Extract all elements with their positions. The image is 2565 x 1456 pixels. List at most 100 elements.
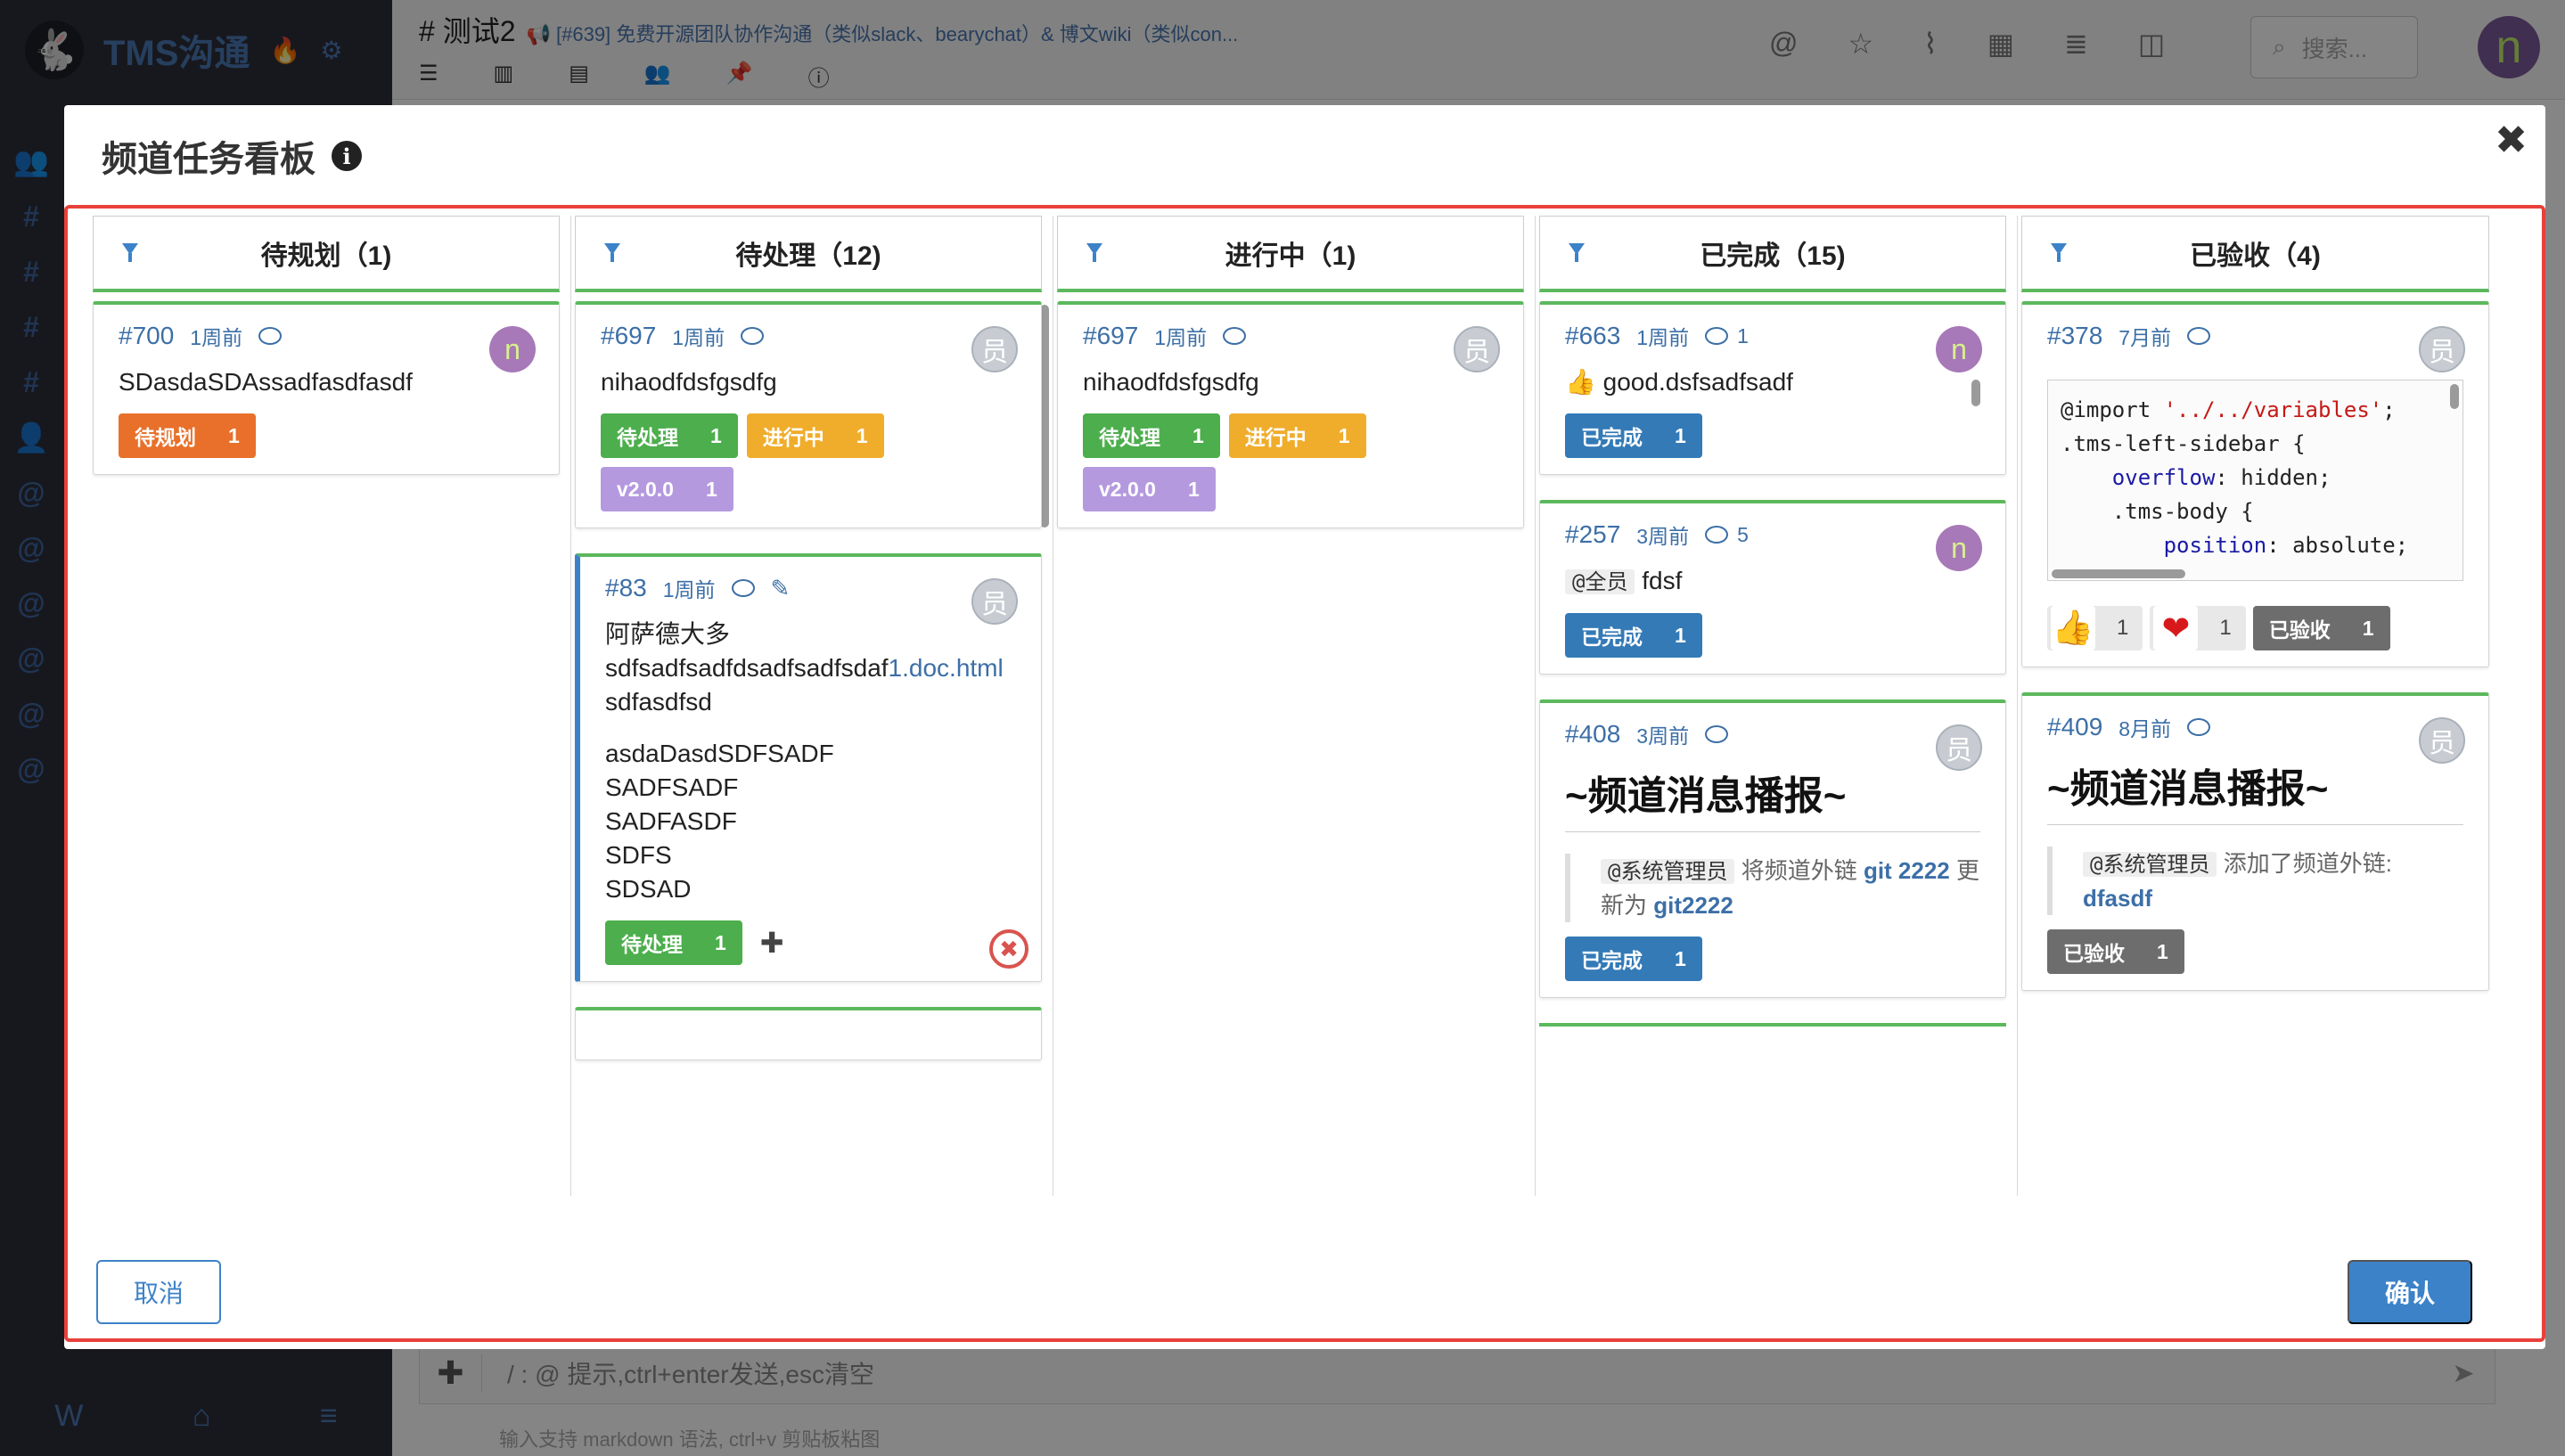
confirm-button[interactable]: 确认 [2348,1260,2472,1324]
version-tag[interactable]: v2.0.0 1 [1083,467,1216,511]
comment-icon[interactable] [258,327,283,345]
add-tag-icon[interactable]: ✚ [760,926,784,960]
avatar[interactable]: 员 [2419,326,2465,372]
card-id[interactable]: #257 [1565,520,1620,549]
card-id[interactable]: #697 [601,322,656,350]
delete-icon[interactable]: ✖ [989,929,1028,969]
code-block[interactable]: @import '../../variables'; .tms-left-sid… [2047,380,2463,581]
avatar[interactable]: n [1936,525,1982,571]
avatar[interactable]: 员 [2419,717,2465,764]
card-quote: @系统管理员 将频道外链 git 2222 更新为 git2222 [1565,854,1980,922]
code-hscrollbar[interactable] [2052,569,2185,578]
edit-icon[interactable]: ✎ [771,575,791,602]
avatar[interactable]: n [489,326,536,372]
status-tag[interactable]: 待处理 1 [1083,413,1220,458]
card-time: 8月前 [2118,717,2172,740]
status-tag[interactable]: 已完成 1 [1565,937,1702,981]
avatar[interactable]: n [1936,326,1982,372]
filter-icon[interactable] [2051,243,2067,262]
comment-icon[interactable] [1705,725,1729,743]
file-link[interactable]: 1.doc.html [889,654,1004,682]
close-icon[interactable]: ✖ [2495,118,2528,163]
card-meta: #409 8月前 [2047,710,2463,744]
card-id[interactable]: #697 [1083,322,1138,350]
task-card[interactable]: #663 1周前 1 n 👍 good.dsfsadfsadf 已完成 1 [1539,301,2006,475]
card-text: nihaodfdsfgsdfg [1083,368,1259,396]
status-tag[interactable]: 进行中 1 [1228,413,1366,458]
task-card[interactable]: #257 3周前 5 n @全员 fdsf 已完成 1 [1539,500,2006,675]
avatar[interactable]: 员 [1454,326,1500,372]
mention[interactable]: @系统管理员 [2083,852,2217,877]
link[interactable]: git 2222 [1864,857,1950,884]
filter-icon[interactable] [604,243,620,262]
task-card[interactable]: #409 8月前 员 ~频道消息播报~ @系统管理员 添加了频道外链: dfas… [2021,692,2489,991]
code-vscrollbar[interactable] [2450,384,2459,409]
mention[interactable]: @系统管理员 [1601,859,1735,884]
filter-icon[interactable] [122,243,138,262]
column-todo: 待处理（12) #697 1周前 员 nihaodfdsfgsdfg 待处理 1 … [571,216,1053,1196]
filter-icon[interactable] [1569,243,1585,262]
card-text: @全员 fdsf [1565,564,1980,599]
card-time: 1周前 [1154,326,1208,349]
card-id[interactable]: #83 [605,574,647,602]
task-card-selected[interactable]: #83 1周前 ✎ 员 阿萨德大多 sdfsadfsadfdsadfsadfsda… [575,553,1042,982]
card-tags: 待处理 1 进行中 1 v2.0.0 1 [601,413,1016,511]
info-icon[interactable]: i [332,141,362,171]
status-tag[interactable]: 已验收 1 [2252,606,2390,650]
column-planning: 待规划（1) #700 1周前 n SDasdaSDAssadfasdfasdf… [89,216,571,1196]
status-tag[interactable]: 已完成 1 [1565,413,1702,458]
task-board-modal: 频道任务看板 i ✖ 待规划（1) #700 1周前 n SDasdaSDAss… [64,105,2545,1349]
comment-icon[interactable] [1705,526,1729,544]
version-tag[interactable]: v2.0.0 1 [601,467,733,511]
status-tag[interactable]: 进行中 1 [746,413,884,458]
avatar[interactable]: 员 [971,326,1018,372]
avatar[interactable]: 员 [971,578,1018,625]
filter-icon[interactable] [1086,243,1102,262]
task-card[interactable]: #697 1周前 员 nihaodfdsfgsdfg 待处理 1 进行中 1 v2.… [1057,301,1524,528]
reaction-thumbs-up[interactable]: 👍 1 [2047,606,2143,650]
card-tags: 待规划 1 [119,413,534,458]
card-meta: #257 3周前 5 [1565,518,1980,552]
task-card[interactable]: #700 1周前 n SDasdaSDAssadfasdfasdf 待规划 1 [93,301,560,475]
card-tags: 待处理 1 ✚ [605,920,1016,965]
column-header: 待规划（1) [93,216,560,292]
comment-icon[interactable] [731,579,755,597]
card-id[interactable]: #700 [119,322,174,350]
card-id[interactable]: #408 [1565,720,1620,748]
task-card[interactable]: #408 3周前 员 ~频道消息播报~ @系统管理员 将频道外链 git 222… [1539,699,2006,998]
avatar[interactable]: 员 [1936,724,1982,771]
task-card[interactable]: #697 1周前 员 nihaodfdsfgsdfg 待处理 1 进行中 1 v2.… [575,301,1042,528]
comment-icon[interactable] [2187,718,2211,736]
card-time: 3周前 [1636,525,1690,548]
task-card[interactable]: #378 7月前 员 @import '../../variables'; .t… [2021,301,2489,667]
column-title: 待规划（1) [260,241,392,271]
status-tag[interactable]: 待处理 1 [601,413,738,458]
comment-icon[interactable] [741,327,765,345]
column-in-progress: 进行中（1) #697 1周前 员 nihaodfdsfgsdfg 待处理 1 进… [1053,216,1536,1196]
card-id[interactable]: #378 [2047,322,2102,350]
card-id[interactable]: #663 [1565,322,1620,350]
card-time: 1周前 [662,578,716,601]
comment-icon[interactable] [2187,327,2211,345]
link[interactable]: dfasdf [2083,885,2152,912]
heart-icon: ❤ [2153,606,2199,650]
task-card-partial[interactable] [575,1007,1042,1060]
mention[interactable]: @全员 [1565,569,1635,594]
column-title: 待处理（12) [735,241,881,271]
status-tag[interactable]: 已验收 1 [2047,929,2184,974]
status-tag[interactable]: 已完成 1 [1565,613,1702,658]
card-scrollbar[interactable] [1971,380,1980,406]
comment-icon[interactable] [1223,327,1247,345]
card-heading: ~频道消息播报~ [1565,764,1980,832]
reaction-heart[interactable]: ❤ 1 [2150,606,2246,650]
cancel-button[interactable]: 取消 [96,1260,221,1324]
column-title: 进行中（1) [1225,241,1356,271]
link[interactable]: git2222 [1653,892,1733,919]
status-tag[interactable]: 待规划 1 [119,413,256,458]
card-tags: 待处理 1 进行中 1 v2.0.0 1 [1083,413,1498,511]
reactions: 👍 1 ❤ 1 已验收 1 [2047,606,2463,650]
card-id[interactable]: #409 [2047,713,2102,741]
comment-icon[interactable] [1705,327,1729,345]
status-tag[interactable]: 待处理 1 [605,920,742,965]
card-tags: 已完成 1 [1565,937,1980,981]
